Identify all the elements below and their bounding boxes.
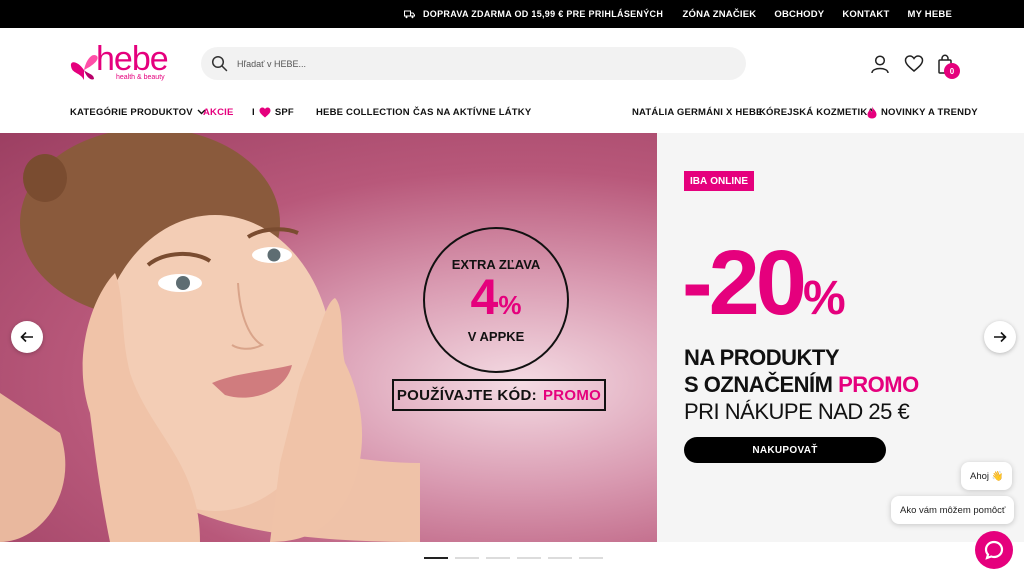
app-discount-subtitle: V APPKE [467,329,525,344]
nav-categories-item[interactable]: KATEGÓRIE PRODUKTOV [70,107,206,118]
app-discount-percent: % [498,290,522,320]
chat-bubble-icon [984,540,1004,560]
user-account-icon[interactable] [870,54,890,74]
discount-percent: % [802,272,846,325]
cart-count-badge: 0 [944,63,960,79]
chat-greeting-bubble[interactable]: Ahoj 👋 [961,462,1013,490]
discount-headline: -20% [682,233,846,349]
nav-akcie-label[interactable]: AKCIE [203,107,234,118]
discount-line-3: PRI NÁKUPE NAD 25 € [684,399,910,424]
free-shipping-text: DOPRAVA ZDARMA OD 15,99 € PRE PRIHLÁSENÝ… [423,9,664,19]
nav-spf-prefix: I [252,106,255,118]
nav-active-ingredients-label[interactable]: ČAS NA AKTÍVNE LÁTKY [413,107,531,118]
nav-categories-label: KATEGÓRIE PRODUKTOV [70,106,193,118]
nav-news-trends[interactable]: NOVINKY A TRENDY [867,104,978,120]
nav-news-trends-item[interactable]: NOVINKY A TRENDY [867,106,978,119]
search-input[interactable] [237,47,727,80]
discount-line-1: NA PRODUKTY [684,345,840,370]
discount-line-2b: PROMO [838,372,919,397]
hebe-logo[interactable]: hebe health & beauty [70,40,170,86]
heart-icon [259,107,271,118]
link-my-hebe[interactable]: MY HEBE [907,9,952,20]
nav-korean-cosmetics[interactable]: KÓREJSKÁ KOZMETIKA [759,104,875,120]
nav-spf-suffix: SPF [274,106,294,118]
link-brands-zone[interactable]: ZÓNA ZNAČIEK [683,9,757,20]
heart-wishlist-icon[interactable] [904,54,924,74]
search-icon[interactable] [211,55,228,72]
logo-tagline: health & beauty [116,74,165,81]
nav-categories[interactable]: KATEGÓRIE PRODUKTOV [70,104,206,120]
online-only-tag-b: ONLINE [710,175,749,187]
carousel-pagination [424,557,603,559]
discount-line-2a: S OZNAČENÍM [684,372,833,397]
carousel-dot[interactable] [486,557,510,559]
chat-question-bubble[interactable]: Ako vám môžem pomôcť [891,496,1015,524]
carousel-next-button[interactable] [984,321,1016,353]
link-contact[interactable]: KONTAKT [842,9,889,20]
nav-news-trends-label: NOVINKY A TRENDY [881,106,978,118]
carousel-dot[interactable] [517,557,541,559]
carousel-dot[interactable] [548,557,572,559]
nav-love-spf[interactable]: I SPF [252,104,294,120]
nav-active-ingredients[interactable]: ČAS NA AKTÍVNE LÁTKY [413,104,531,120]
carousel-dot[interactable] [424,557,448,559]
promo-code-label: POUŽÍVAJTE KÓD: [396,386,537,404]
arrow-right-icon [993,331,1007,343]
butterfly-icon [70,52,98,82]
nav-natalia-germani[interactable]: NATÁLIA GERMÁNI X HEBE [632,104,763,120]
search-bar [201,47,746,80]
discount-line-2: S OZNAČENÍM PROMO [684,372,919,398]
discount-number: -20 [682,232,807,334]
nav-korean-cosmetics-label[interactable]: KÓREJSKÁ KOZMETIKA [759,107,875,118]
promo-code-box: POUŽÍVAJTE KÓD: PROMO [392,379,606,411]
app-discount-number: 4 [470,269,499,325]
online-only-tag-a: IBA [690,175,708,187]
truck-icon [404,10,415,19]
carousel-dot[interactable] [579,557,603,559]
free-shipping-promo: DOPRAVA ZDARMA OD 15,99 € PRE PRIHLÁSENÝ… [404,0,663,28]
app-discount-value: 4% [425,269,567,333]
hero-banner[interactable]: EXTRA ZĽAVA 4% V APPKE POUŽÍVAJTE KÓD: P… [0,133,1024,542]
nav-akcie[interactable]: AKCIE [203,104,234,120]
nav-love-spf-item[interactable]: I SPF [252,107,294,118]
nav-natalia-germani-label[interactable]: NATÁLIA GERMÁNI X HEBE [632,107,763,118]
nav-hebe-collection[interactable]: HEBE COLLECTION [316,104,410,120]
top-links: ZÓNA ZNAČIEK OBCHODY KONTAKT MY HEBE [683,0,952,28]
promo-code-value: PROMO [542,386,602,404]
app-discount-badge: EXTRA ZĽAVA 4% V APPKE [423,227,569,373]
link-stores[interactable]: OBCHODY [774,9,824,20]
model-photo: EXTRA ZĽAVA 4% V APPKE POUŽÍVAJTE KÓD: P… [0,133,657,542]
top-bar: DOPRAVA ZDARMA OD 15,99 € PRE PRIHLÁSENÝ… [0,0,1024,28]
carousel-prev-button[interactable] [11,321,43,353]
shop-now-button[interactable]: NAKUPOVAŤ [684,437,886,463]
nav-hebe-collection-label[interactable]: HEBE COLLECTION [316,107,410,118]
carousel-dot[interactable] [455,557,479,559]
online-only-tag: IBA ONLINE [684,171,755,191]
flame-icon [867,106,877,119]
chat-launcher-button[interactable] [975,531,1013,569]
arrow-left-icon [20,331,34,343]
